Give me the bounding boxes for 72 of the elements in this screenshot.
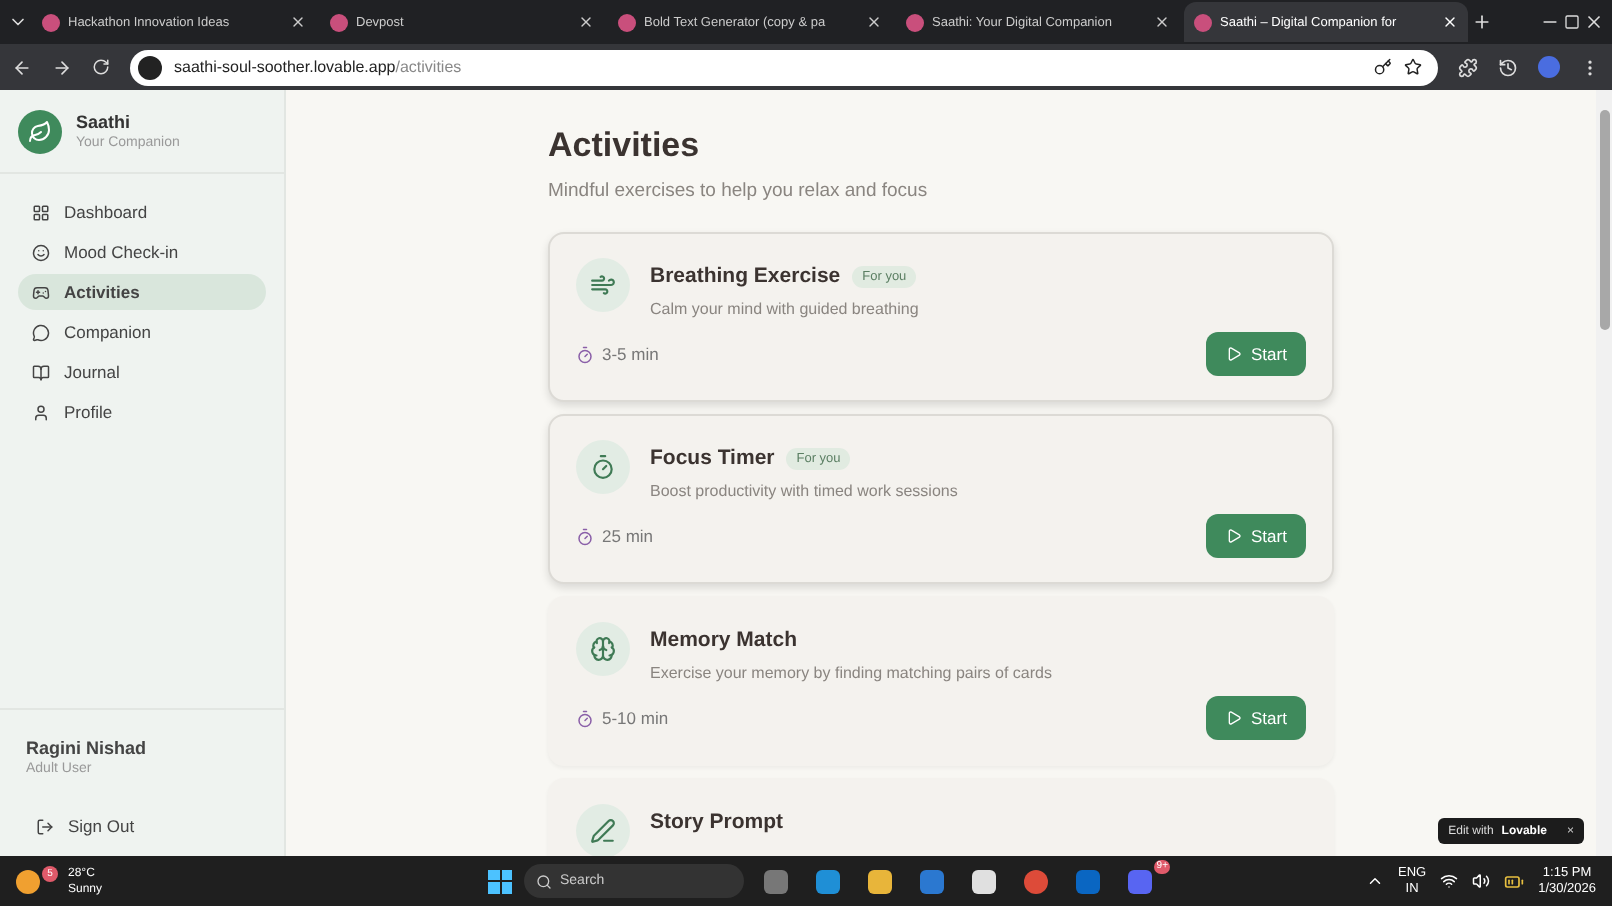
tab-favicon-icon bbox=[330, 13, 348, 31]
close-icon[interactable] bbox=[866, 14, 882, 30]
sidebar-item[interactable]: Journal bbox=[18, 354, 266, 390]
start-button[interactable]: Start bbox=[1206, 514, 1306, 558]
close-icon[interactable] bbox=[1154, 14, 1170, 30]
page-title: Activities bbox=[548, 126, 702, 166]
close-icon[interactable] bbox=[290, 14, 306, 30]
person-icon bbox=[32, 403, 50, 421]
play-icon bbox=[1225, 346, 1242, 362]
leaf-logo-icon bbox=[18, 109, 62, 153]
stopwatch-icon bbox=[590, 454, 616, 480]
book-icon bbox=[32, 363, 50, 381]
maximize-icon[interactable] bbox=[1564, 14, 1580, 30]
reload-icon[interactable] bbox=[92, 58, 110, 76]
grid-icon bbox=[32, 203, 50, 221]
activity-duration: 5-10 min bbox=[602, 708, 669, 728]
activity-title: Breathing Exercise bbox=[650, 264, 841, 288]
wind-icon bbox=[590, 272, 616, 298]
search-icon bbox=[536, 873, 552, 889]
extensions-icon[interactable] bbox=[1458, 57, 1478, 77]
tab-favicon-icon bbox=[1194, 13, 1212, 31]
tab-favicon-icon bbox=[906, 13, 924, 31]
tray-chevron-icon[interactable] bbox=[1365, 872, 1384, 890]
sidebar-item[interactable]: Dashboard bbox=[18, 194, 266, 230]
stopwatch-icon bbox=[576, 527, 594, 545]
brain-icon bbox=[590, 636, 616, 662]
start-button[interactable]: Start bbox=[1206, 696, 1306, 740]
gamepad-icon bbox=[32, 283, 50, 301]
battery-icon[interactable] bbox=[1504, 871, 1525, 891]
scrollbar[interactable] bbox=[1596, 90, 1612, 856]
sidebar-item[interactable]: Profile bbox=[18, 394, 266, 430]
back-icon[interactable] bbox=[12, 57, 32, 77]
play-icon bbox=[1225, 710, 1242, 726]
activity-duration: 3-5 min bbox=[602, 344, 659, 364]
history-icon[interactable] bbox=[1498, 57, 1518, 77]
activity-title: Story Prompt bbox=[650, 810, 784, 834]
forward-icon[interactable] bbox=[52, 57, 72, 77]
activity-description: Exercise your memory by finding matching pairs of cards bbox=[650, 664, 1052, 682]
stopwatch-icon bbox=[576, 345, 594, 363]
close-icon[interactable] bbox=[1584, 12, 1604, 32]
user-name: Ragini Nishad bbox=[26, 738, 149, 758]
chat-bubble-icon bbox=[32, 323, 50, 341]
start-button[interactable]: Start bbox=[1206, 332, 1306, 376]
sidebar-item[interactable]: Mood Check-in bbox=[18, 234, 266, 270]
sidebar-item[interactable]: Companion bbox=[18, 314, 266, 350]
pen-icon bbox=[590, 818, 616, 844]
sign-out-icon bbox=[36, 817, 54, 835]
smiley-icon bbox=[32, 243, 50, 261]
sign-out-link[interactable]: Sign Out bbox=[26, 812, 258, 840]
close-icon[interactable] bbox=[578, 14, 594, 30]
start-icon[interactable] bbox=[488, 869, 512, 893]
play-icon bbox=[1225, 528, 1242, 544]
activity-title: Focus Timer bbox=[650, 446, 775, 470]
tab-favicon-icon bbox=[618, 13, 636, 31]
tab-favicon-icon bbox=[42, 13, 60, 31]
weather-sun-icon bbox=[16, 869, 40, 893]
new-tab-icon[interactable] bbox=[1472, 12, 1492, 32]
activity-description: Boost productivity with timed work sessions bbox=[650, 482, 958, 500]
key-icon[interactable] bbox=[1374, 58, 1392, 76]
stopwatch-icon bbox=[576, 709, 594, 727]
bookmark-star-icon[interactable] bbox=[1404, 58, 1422, 76]
activity-title: Memory Match bbox=[650, 628, 798, 652]
address-bar[interactable]: saathi-soul-soother.lovable.app/activities bbox=[130, 49, 1438, 85]
sidebar-item[interactable]: Activities bbox=[18, 274, 266, 310]
wifi-icon[interactable] bbox=[1440, 872, 1459, 890]
activity-duration: 25 min bbox=[602, 526, 654, 546]
page-subtitle: Mindful exercises to help you relax and focus bbox=[548, 180, 930, 202]
app-name: Saathi bbox=[76, 112, 133, 132]
activity-description: Calm your mind with guided breathing bbox=[650, 300, 919, 318]
volume-icon[interactable] bbox=[1472, 872, 1491, 890]
profile-avatar[interactable] bbox=[1538, 56, 1560, 78]
site-icon bbox=[138, 55, 162, 79]
